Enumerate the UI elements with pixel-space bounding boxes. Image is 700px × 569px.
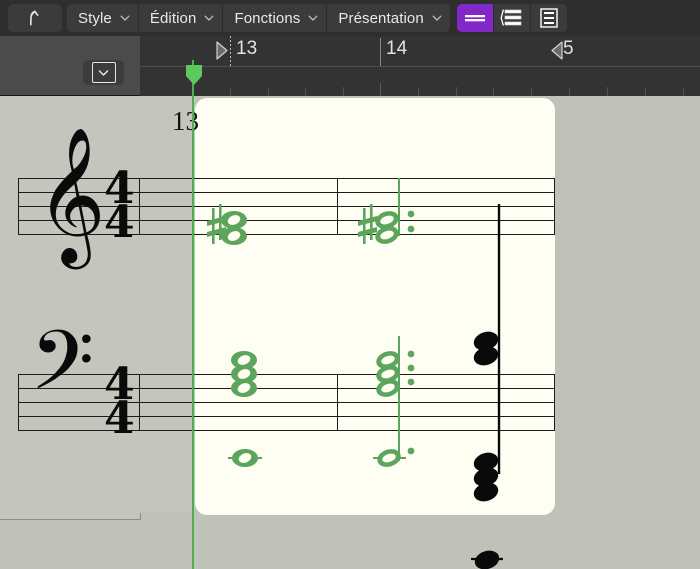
single-line-view-icon — [464, 15, 485, 22]
notation-editor-window: Style Édition Fonctions Présentation 13 … — [0, 0, 700, 569]
undo-button[interactable] — [8, 4, 62, 32]
menu-style-label: Style — [78, 9, 112, 27]
collapse-panel-button[interactable] — [83, 60, 124, 85]
view-single-line-button[interactable] — [456, 4, 494, 32]
menu-edition-label: Édition — [149, 9, 197, 27]
chord-1-treble[interactable] — [207, 204, 247, 245]
cycle-start-line — [230, 36, 231, 66]
augmentation-dot[interactable] — [407, 225, 415, 233]
sharp-accidental-icon[interactable] — [358, 204, 377, 244]
cycle-end-triangle[interactable] — [550, 41, 563, 65]
playhead-line — [192, 60, 194, 569]
cycle-start-triangle[interactable] — [216, 41, 229, 65]
view-multi-line-button[interactable] — [493, 4, 531, 32]
menu-fonctions[interactable]: Fonctions — [223, 4, 328, 32]
ruler-bar-label-13: 13 — [236, 38, 258, 59]
half-note-head[interactable] — [373, 223, 401, 247]
menu-fonctions-label: Fonctions — [234, 9, 301, 27]
chevron-down-icon — [120, 13, 130, 22]
ruler-bar-label-14: 14 — [386, 38, 408, 59]
undo-arrow-icon — [30, 10, 39, 26]
page-view-icon — [540, 8, 558, 28]
multi-line-view-icon — [500, 9, 522, 26]
chevron-down-box-icon — [91, 62, 116, 83]
ruler-bar: 13 14 5 — [0, 36, 700, 97]
ruler-bar-label-15: 5 — [563, 38, 574, 59]
chord-2-bass[interactable] — [373, 336, 415, 470]
playhead-handle[interactable] — [184, 64, 202, 86]
menu-style[interactable]: Style — [67, 4, 139, 32]
augmentation-dot[interactable] — [407, 447, 415, 455]
augmentation-dot[interactable] — [407, 210, 415, 218]
augmentation-dot[interactable] — [407, 350, 415, 358]
chevron-down-icon — [308, 13, 318, 22]
score-canvas[interactable]: 13 𝄞 𝄢 4 4 4 4 — [0, 96, 700, 569]
view-mode-group — [456, 4, 567, 32]
chord-1-bass[interactable] — [228, 351, 262, 467]
chord-3[interactable] — [471, 204, 503, 569]
chevron-down-icon — [204, 13, 214, 22]
note-layer — [207, 178, 503, 569]
menu-presentation-label: Présentation — [338, 9, 424, 27]
track-panel-header — [0, 36, 140, 96]
quarter-note-head[interactable] — [472, 548, 501, 569]
menu-group: Style Édition Fonctions Présentation — [67, 4, 450, 32]
view-page-button[interactable] — [530, 4, 567, 32]
menu-presentation[interactable]: Présentation — [327, 4, 449, 32]
main-toolbar: Style Édition Fonctions Présentation — [0, 0, 700, 36]
ruler-barline-14 — [380, 38, 381, 66]
chevron-down-icon — [432, 13, 442, 22]
timeline-ruler[interactable]: 13 14 5 — [140, 36, 700, 97]
whole-note-head[interactable] — [232, 449, 258, 467]
whole-note-head[interactable] — [221, 227, 247, 245]
augmentation-dot[interactable] — [407, 364, 415, 372]
menu-edition[interactable]: Édition — [139, 4, 224, 32]
chord-2-treble[interactable] — [358, 178, 415, 247]
whole-note-head[interactable] — [221, 211, 247, 229]
ruler-bar-numbers: 13 14 5 — [140, 36, 700, 67]
whole-note-head[interactable] — [231, 379, 257, 397]
augmentation-dot[interactable] — [407, 378, 415, 386]
